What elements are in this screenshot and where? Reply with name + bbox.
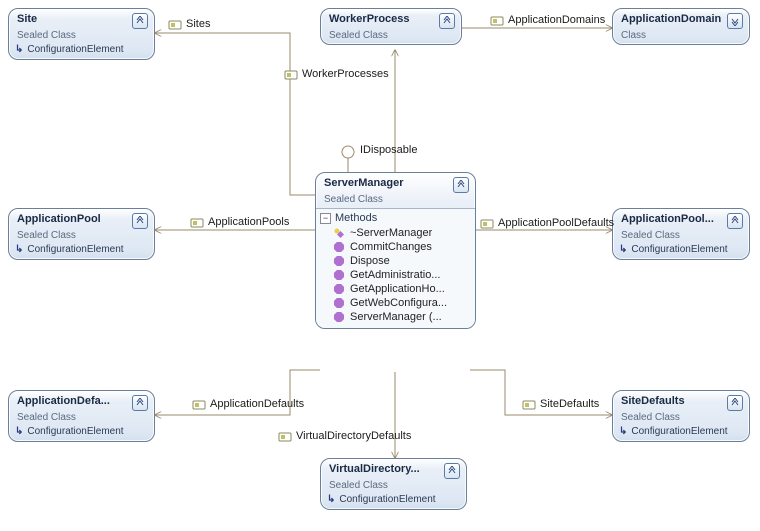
collapse-icon[interactable] bbox=[132, 213, 148, 229]
inherit-arrow-icon: ↳ bbox=[619, 244, 627, 255]
method-icon bbox=[334, 256, 344, 266]
class-workerprocess[interactable]: WorkerProcess Sealed Class bbox=[320, 8, 462, 45]
class-applicationdomain[interactable]: ApplicationDomain Class bbox=[612, 8, 750, 45]
method-item[interactable]: GetApplicationHo... bbox=[320, 282, 471, 296]
base-type: ↳ ConfigurationElement bbox=[613, 426, 749, 441]
collapse-icon[interactable] bbox=[132, 13, 148, 29]
class-stereotype: Sealed Class bbox=[324, 194, 469, 205]
class-title: Site bbox=[17, 13, 128, 25]
method-icon bbox=[334, 298, 344, 308]
class-title: ApplicationPool bbox=[17, 213, 128, 225]
method-name: GetWebConfigura... bbox=[350, 297, 447, 309]
interface-label: IDisposable bbox=[360, 144, 417, 156]
class-stereotype: Sealed Class bbox=[621, 412, 743, 423]
property-icon bbox=[192, 398, 206, 412]
relation-applicationdomains: ApplicationDomains bbox=[508, 14, 605, 26]
class-title: VirtualDirectory... bbox=[329, 463, 440, 475]
base-type: ↳ ConfigurationElement bbox=[9, 44, 154, 59]
method-name: CommitChanges bbox=[350, 241, 432, 253]
base-type: ↳ ConfigurationElement bbox=[9, 244, 154, 259]
collapse-icon[interactable] bbox=[439, 13, 455, 29]
class-title: WorkerProcess bbox=[329, 13, 435, 25]
inherit-arrow-icon: ↳ bbox=[619, 426, 627, 437]
inherit-arrow-icon: ↳ bbox=[15, 426, 23, 437]
inherit-arrow-icon: ↳ bbox=[15, 44, 23, 55]
class-title: ApplicationDefa... bbox=[17, 395, 128, 407]
relation-applicationpooldefaults: ApplicationPoolDefaults bbox=[498, 217, 614, 229]
class-servermanager[interactable]: ServerManager Sealed Class − Methods ~Se… bbox=[315, 172, 476, 329]
method-item[interactable]: GetWebConfigura... bbox=[320, 296, 471, 310]
inherit-arrow-icon: ↳ bbox=[15, 244, 23, 255]
class-stereotype: Class bbox=[621, 30, 743, 41]
method-icon bbox=[334, 284, 344, 294]
collapse-icon[interactable] bbox=[132, 395, 148, 411]
class-stereotype: Sealed Class bbox=[17, 230, 148, 241]
method-name: ServerManager (... bbox=[350, 311, 442, 323]
methods-section: − Methods ~ServerManager CommitChanges Dis… bbox=[316, 208, 475, 328]
method-item[interactable]: Dispose bbox=[320, 254, 471, 268]
method-name: GetApplicationHo... bbox=[350, 283, 445, 295]
class-stereotype: Sealed Class bbox=[329, 30, 455, 41]
base-type: ↳ ConfigurationElement bbox=[613, 244, 749, 259]
relation-sitedefaults: SiteDefaults bbox=[540, 398, 599, 410]
section-label: Methods bbox=[335, 212, 377, 224]
section-collapse-icon[interactable]: − bbox=[320, 213, 331, 224]
class-virtualdirectorydefaults[interactable]: VirtualDirectory... Sealed Class ↳ Confi… bbox=[320, 458, 467, 510]
expand-icon[interactable] bbox=[727, 13, 743, 29]
method-item[interactable]: ~ServerManager bbox=[320, 226, 471, 240]
property-icon bbox=[522, 398, 536, 412]
base-type: ↳ ConfigurationElement bbox=[9, 426, 154, 441]
relation-applicationdefaults: ApplicationDefaults bbox=[210, 398, 304, 410]
inherit-arrow-icon: ↳ bbox=[327, 494, 335, 505]
class-applicationdefaults[interactable]: ApplicationDefa... Sealed Class ↳ Config… bbox=[8, 390, 155, 442]
method-item[interactable]: CommitChanges bbox=[320, 240, 471, 254]
relation-applicationpools: ApplicationPools bbox=[208, 216, 289, 228]
class-title: ServerManager bbox=[324, 177, 449, 189]
collapse-icon[interactable] bbox=[444, 463, 460, 479]
property-icon bbox=[278, 430, 292, 444]
property-icon bbox=[480, 217, 494, 231]
class-title: SiteDefaults bbox=[621, 395, 723, 407]
base-type: ↳ ConfigurationElement bbox=[321, 494, 466, 509]
class-title: ApplicationPool... bbox=[621, 213, 723, 225]
class-applicationpool[interactable]: ApplicationPool Sealed Class ↳ Configura… bbox=[8, 208, 155, 260]
property-icon bbox=[490, 14, 504, 28]
collapse-icon[interactable] bbox=[453, 177, 469, 193]
property-icon bbox=[168, 18, 182, 32]
property-icon bbox=[190, 216, 204, 230]
class-stereotype: Sealed Class bbox=[17, 30, 148, 41]
method-name: Dispose bbox=[350, 255, 390, 267]
property-icon bbox=[284, 68, 298, 82]
class-applicationpooldefaults[interactable]: ApplicationPool... Sealed Class ↳ Config… bbox=[612, 208, 750, 260]
method-item[interactable]: ServerManager (... bbox=[320, 310, 471, 324]
class-site[interactable]: Site Sealed Class ↳ ConfigurationElement bbox=[8, 8, 155, 60]
relation-sites: Sites bbox=[186, 18, 210, 30]
relation-virtualdirectorydefaults: VirtualDirectoryDefaults bbox=[296, 430, 411, 442]
collapse-icon[interactable] bbox=[727, 213, 743, 229]
class-stereotype: Sealed Class bbox=[329, 480, 460, 491]
method-icon bbox=[334, 312, 344, 322]
class-stereotype: Sealed Class bbox=[17, 412, 148, 423]
destructor-icon bbox=[334, 228, 344, 238]
method-name: ~ServerManager bbox=[350, 227, 432, 239]
method-icon bbox=[334, 270, 344, 280]
relation-workerprocesses: WorkerProcesses bbox=[302, 68, 389, 80]
class-title: ApplicationDomain bbox=[621, 13, 723, 25]
method-icon bbox=[334, 242, 344, 252]
class-stereotype: Sealed Class bbox=[621, 230, 743, 241]
method-name: GetAdministratio... bbox=[350, 269, 440, 281]
class-sitedefaults[interactable]: SiteDefaults Sealed Class ↳ Configuratio… bbox=[612, 390, 750, 442]
collapse-icon[interactable] bbox=[727, 395, 743, 411]
method-item[interactable]: GetAdministratio... bbox=[320, 268, 471, 282]
